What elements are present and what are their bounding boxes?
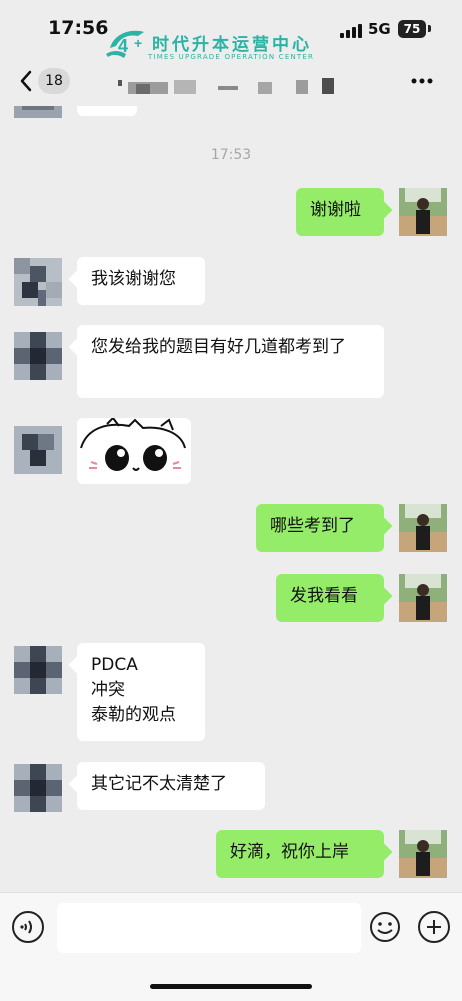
my-avatar[interactable] [399,830,447,878]
message-bubble-incoming[interactable]: PDCA 冲突 泰勒的观点 [77,643,205,741]
contact-avatar[interactable] [14,258,62,306]
battery-tip [428,25,431,32]
status-time: 17:56 [48,17,109,39]
home-indicator[interactable] [150,984,312,989]
emoji-icon [370,912,400,942]
contact-avatar[interactable] [14,426,62,474]
emoji-button[interactable] [369,911,401,943]
message-input[interactable] [57,903,361,953]
contact-avatar[interactable] [14,106,62,118]
my-avatar[interactable] [399,574,447,622]
watermark-logo-icon: 4 + [106,30,144,58]
cellular-signal-icon [340,24,362,38]
message-bubble-incoming[interactable]: 其它记不太清楚了 [77,762,265,810]
contact-avatar[interactable] [14,646,62,694]
svg-text:4: 4 [118,36,128,56]
message-timestamp: 17:53 [210,147,252,163]
voice-button[interactable] [12,911,44,943]
input-bar [0,892,462,1001]
ellipsis-icon [411,78,433,84]
message-list[interactable]: 17:53 谢谢啦 我该谢谢您 您发给我的题目有好几道都考到了 哪些考到了 发我… [0,106,462,892]
unread-count-badge[interactable]: 18 [38,68,70,94]
plus-icon[interactable] [418,911,450,943]
message-bubble-incoming[interactable] [77,106,137,116]
chat-name-redacted [118,78,334,94]
contact-avatar[interactable] [14,332,62,380]
svg-text:+: + [134,35,142,51]
chat-header: 18 [0,58,462,106]
network-type: 5G [368,20,391,38]
message-bubble-outgoing[interactable]: 好滴，祝你上岸 [216,830,384,878]
watermark-title: 时代升本运营中心 [152,35,312,55]
battery-icon: 75 [398,20,426,38]
chevron-left-icon [20,70,32,92]
my-avatar[interactable] [399,188,447,236]
my-avatar[interactable] [399,504,447,552]
message-bubble-outgoing[interactable]: 发我看看 [276,574,384,622]
more-options-button[interactable] [410,70,434,98]
message-bubble-outgoing[interactable]: 谢谢啦 [296,188,384,236]
message-bubble-outgoing[interactable]: 哪些考到了 [256,504,384,552]
voice-icon [20,920,32,934]
contact-avatar[interactable] [14,764,62,812]
message-bubble-incoming[interactable]: 我该谢谢您 [77,257,205,305]
message-bubble-incoming[interactable]: 您发给我的题目有好几道都考到了 [77,325,384,398]
cat-sticker[interactable] [77,418,191,484]
